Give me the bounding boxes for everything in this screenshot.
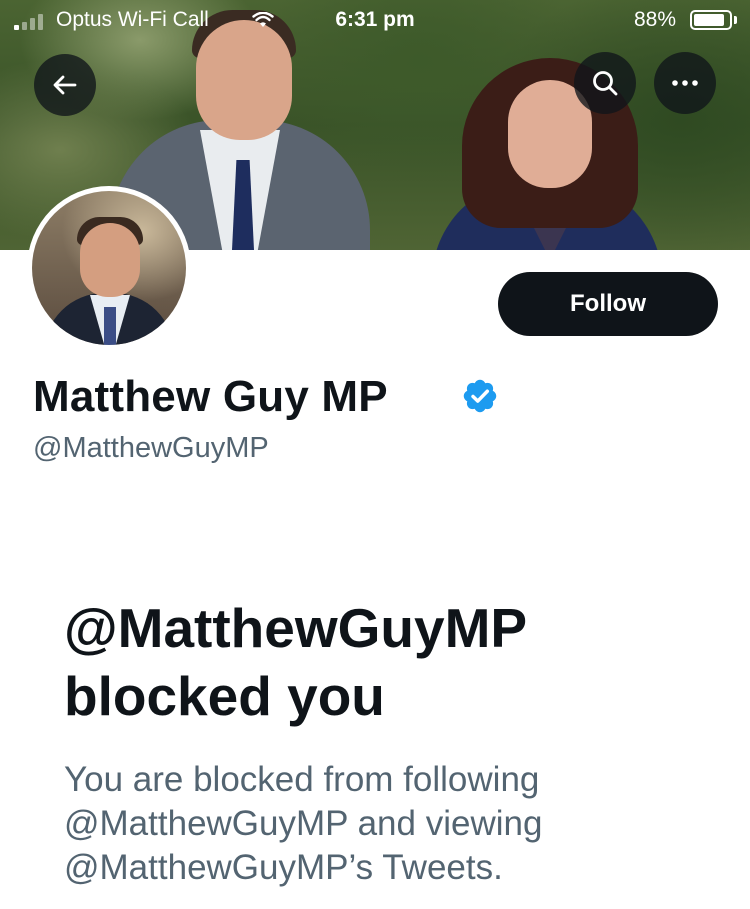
signal-strength-icon (14, 14, 50, 30)
battery-terminal (734, 16, 737, 24)
search-icon (593, 71, 618, 96)
wifi-icon (252, 12, 274, 27)
carrier-label: Optus Wi-Fi Call (56, 8, 209, 31)
profile-handle: @MatthewGuyMP (33, 432, 269, 464)
avatar-photo-tie (104, 307, 116, 345)
arrow-left-icon (53, 75, 77, 95)
status-bar: Optus Wi-Fi Call 6:31 pm 88% (0, 0, 750, 40)
blocked-title: @MatthewGuyMP blocked you (64, 597, 527, 727)
avatar-photo (32, 191, 186, 345)
status-time: 6:31 pm (335, 8, 415, 31)
battery-icon (690, 10, 732, 30)
battery-level-fill (694, 14, 724, 26)
avatar[interactable] (27, 186, 191, 350)
search-button[interactable] (574, 52, 636, 114)
more-options-button[interactable] (654, 52, 716, 114)
avatar-photo-head (80, 223, 140, 297)
follow-button[interactable]: Follow (498, 272, 718, 336)
display-name: Matthew Guy MP (33, 372, 388, 421)
blocked-description: You are blocked from following @MatthewG… (64, 760, 543, 887)
battery-percent: 88% (634, 8, 677, 31)
ellipsis-icon (672, 80, 698, 86)
back-button[interactable] (34, 54, 96, 116)
verified-badge-icon (463, 379, 497, 413)
